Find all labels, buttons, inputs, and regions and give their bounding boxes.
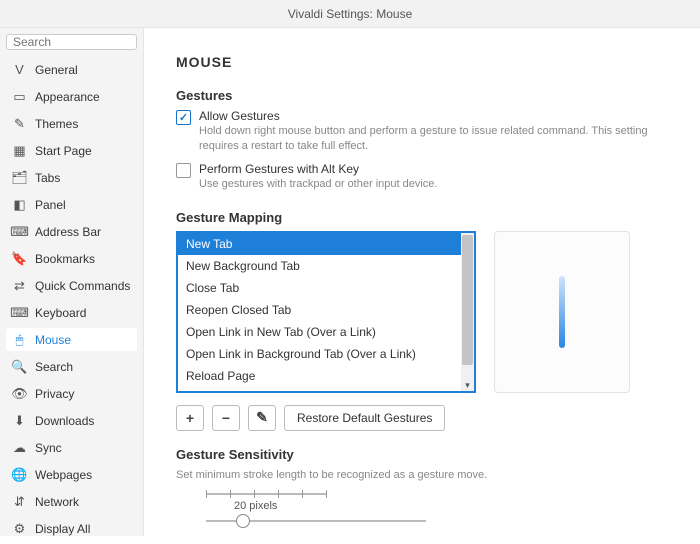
sidebar-item-privacy[interactable]: 👁 Privacy: [6, 382, 137, 405]
appearance-icon: ▭: [12, 89, 27, 104]
sidebar-item-label: Tabs: [35, 171, 60, 185]
sidebar-item-downloads[interactable]: ⬇ Downloads: [6, 409, 137, 432]
alt-gestures-hint: Use gestures with trackpad or other inpu…: [199, 177, 437, 192]
sidebar-item-webpages[interactable]: 🌐 Webpages: [6, 463, 137, 486]
sidebar-item-label: Display All: [35, 522, 90, 536]
bookmarks-icon: 🔖: [12, 251, 27, 266]
mapping-heading: Gesture Mapping: [176, 210, 668, 225]
panel-icon: ◧: [12, 197, 27, 212]
scroll-down-icon[interactable]: ▾: [461, 380, 474, 391]
sidebar-item-bookmarks[interactable]: 🔖 Bookmarks: [6, 247, 137, 270]
general-icon: V: [12, 62, 27, 77]
sidebar-item-start-page[interactable]: ▦ Start Page: [6, 139, 137, 162]
themes-icon: ✎: [12, 116, 27, 131]
restore-gestures-button[interactable]: Restore Default Gestures: [284, 405, 445, 431]
sidebar-item-label: Mouse: [35, 333, 71, 347]
sidebar-item-label: Search: [35, 360, 73, 374]
tabs-icon: 🗂: [12, 170, 27, 185]
mapping-item[interactable]: Reopen Closed Tab: [178, 299, 474, 321]
mapping-item[interactable]: New Background Tab: [178, 255, 474, 277]
sidebar: V General ▭ Appearance ✎ Themes ▦ Start Page 🗂 Ta…: [0, 28, 144, 536]
sensitivity-heading: Gesture Sensitivity: [176, 447, 668, 462]
slider-thumb[interactable]: [236, 514, 250, 528]
mapping-item[interactable]: Open Link in New Tab (Over a Link): [178, 321, 474, 343]
sidebar-item-label: Start Page: [35, 144, 92, 158]
gesture-preview: [494, 231, 630, 393]
sidebar-item-label: Webpages: [35, 468, 92, 482]
mapping-item[interactable]: Close Tab: [178, 277, 474, 299]
start-page-icon: ▦: [12, 143, 27, 158]
sidebar-item-tabs[interactable]: 🗂 Tabs: [6, 166, 137, 189]
address-bar-icon: ⌨: [12, 224, 27, 239]
webpages-icon: 🌐: [12, 467, 27, 482]
sidebar-item-label: Panel: [35, 198, 66, 212]
sidebar-item-label: Appearance: [35, 90, 100, 104]
scrollbar[interactable]: ▴ ▾: [461, 233, 474, 391]
mapping-item[interactable]: Open Link in Background Tab (Over a Link…: [178, 343, 474, 365]
mapping-item[interactable]: New Tab: [178, 233, 474, 255]
sidebar-item-network[interactable]: ⇵ Network: [6, 490, 137, 513]
search-icon: 🔍: [12, 359, 27, 374]
sidebar-item-sync[interactable]: ☁ Sync: [6, 436, 137, 459]
allow-gestures-label: Allow Gestures: [199, 109, 668, 123]
slider-ticks: [206, 490, 326, 498]
mapping-item[interactable]: History Back: [178, 387, 474, 393]
main-panel: MOUSE Gestures ✓ Allow Gestures Hold dow…: [144, 28, 700, 536]
sidebar-item-label: Network: [35, 495, 79, 509]
sidebar-item-label: Themes: [35, 117, 78, 131]
network-icon: ⇵: [12, 494, 27, 509]
page-heading: MOUSE: [176, 54, 668, 70]
sidebar-item-label: Privacy: [35, 387, 74, 401]
sidebar-item-themes[interactable]: ✎ Themes: [6, 112, 137, 135]
sidebar-item-display-all[interactable]: ⚙ Display All: [6, 517, 137, 540]
sidebar-item-appearance[interactable]: ▭ Appearance: [6, 85, 137, 108]
settings-nav: V General ▭ Appearance ✎ Themes ▦ Start Page 🗂 Ta…: [6, 58, 137, 544]
edit-gesture-button[interactable]: ✎: [248, 405, 276, 431]
sidebar-item-label: General: [35, 63, 78, 77]
add-gesture-button[interactable]: +: [176, 405, 204, 431]
keyboard-icon: ⌨: [12, 305, 27, 320]
sidebar-item-label: Keyboard: [35, 306, 86, 320]
display-all-icon: ⚙: [12, 521, 27, 536]
sidebar-item-quick-commands[interactable]: ⇄ Quick Commands: [6, 274, 137, 297]
sidebar-item-panel[interactable]: ◧ Panel: [6, 193, 137, 216]
alt-gestures-label: Perform Gestures with Alt Key: [199, 162, 437, 176]
sensitivity-slider[interactable]: [206, 514, 426, 528]
mouse-icon: 🖱: [12, 332, 27, 347]
sidebar-item-keyboard[interactable]: ⌨ Keyboard: [6, 301, 137, 324]
downloads-icon: ⬇: [12, 413, 27, 428]
quick-commands-icon: ⇄: [12, 278, 27, 293]
sidebar-item-general[interactable]: V General: [6, 58, 137, 81]
scroll-thumb[interactable]: [462, 235, 473, 365]
search-input[interactable]: [6, 34, 137, 50]
sidebar-item-search[interactable]: 🔍 Search: [6, 355, 137, 378]
sidebar-item-address-bar[interactable]: ⌨ Address Bar: [6, 220, 137, 243]
sync-icon: ☁: [12, 440, 27, 455]
sidebar-item-label: Bookmarks: [35, 252, 95, 266]
allow-gestures-checkbox[interactable]: ✓: [176, 110, 191, 125]
gesture-stroke-icon: [559, 276, 565, 348]
privacy-icon: 👁: [12, 386, 27, 401]
window-title: Vivaldi Settings: Mouse: [0, 0, 700, 28]
sidebar-item-mouse[interactable]: 🖱 Mouse: [6, 328, 137, 351]
remove-gesture-button[interactable]: −: [212, 405, 240, 431]
allow-gestures-hint: Hold down right mouse button and perform…: [199, 124, 668, 154]
mapping-item[interactable]: Reload Page: [178, 365, 474, 387]
sensitivity-value: 20 pixels: [234, 500, 668, 512]
gesture-mapping-list[interactable]: New TabNew Background TabClose TabReopen…: [176, 231, 476, 393]
sidebar-item-label: Sync: [35, 441, 62, 455]
gestures-heading: Gestures: [176, 88, 668, 103]
sidebar-item-label: Downloads: [35, 414, 94, 428]
alt-gestures-checkbox[interactable]: [176, 163, 191, 178]
sensitivity-hint: Set minimum stroke length to be recogniz…: [176, 468, 668, 483]
sidebar-item-label: Quick Commands: [35, 279, 130, 293]
sidebar-item-label: Address Bar: [35, 225, 101, 239]
